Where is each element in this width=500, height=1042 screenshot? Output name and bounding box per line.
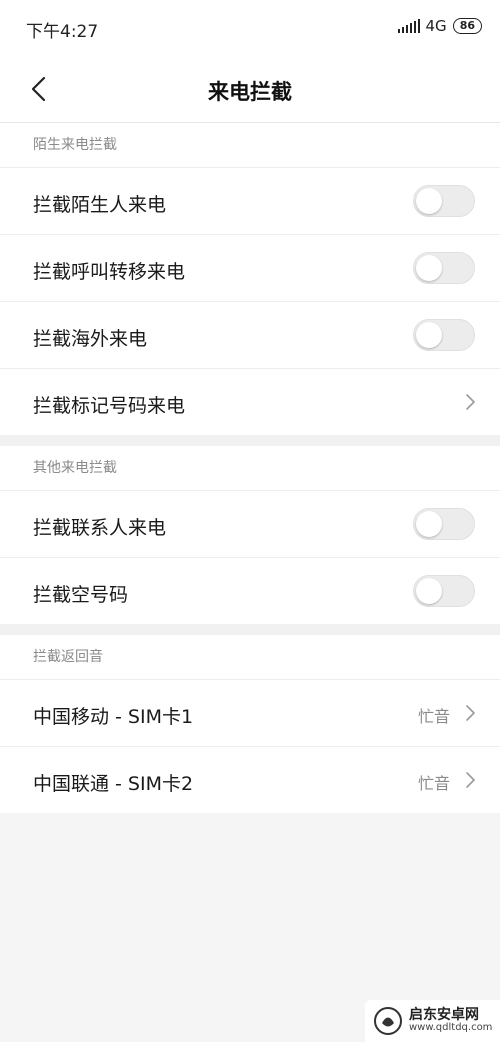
row-sim2-return-tone[interactable]: 中国联通 - SIM卡2 忙音 <box>0 747 500 813</box>
toggle-switch[interactable] <box>413 185 475 217</box>
section-header: 拦截返回音 <box>0 635 500 680</box>
row-block-contact-calls[interactable]: 拦截联系人来电 <box>0 491 500 558</box>
status-right: 4G 86 <box>397 17 482 35</box>
section-divider <box>0 435 500 446</box>
row-label: 拦截联系人来电 <box>33 517 167 539</box>
toggle-switch[interactable] <box>413 252 475 284</box>
section-header: 陌生来电拦截 <box>0 123 500 168</box>
watermark-url: www.qdltdq.com <box>409 1022 493 1034</box>
toggle-knob <box>416 255 442 281</box>
row-label: 拦截海外来电 <box>33 328 148 350</box>
watermark-text: 启东安卓网 www.qdltdq.com <box>409 1008 492 1033</box>
row-block-overseas-calls[interactable]: 拦截海外来电 <box>0 302 500 369</box>
row-block-marked-numbers[interactable]: 拦截标记号码来电 <box>0 369 500 435</box>
toggle-switch[interactable] <box>413 508 475 540</box>
row-value: 忙音 <box>417 707 450 726</box>
chevron-right-icon <box>466 394 475 410</box>
toggle-knob <box>416 511 442 537</box>
battery-icon: 86 <box>452 18 482 34</box>
toggle-knob <box>416 322 442 348</box>
row-label: 中国联通 - SIM卡2 <box>33 773 194 795</box>
row-sim1-return-tone[interactable]: 中国移动 - SIM卡1 忙音 <box>0 680 500 747</box>
status-bar: 下午4:27 4G 86 <box>0 0 500 56</box>
row-block-forwarded-calls[interactable]: 拦截呼叫转移来电 <box>0 235 500 302</box>
section-divider <box>0 624 500 635</box>
signal-icon <box>397 19 420 33</box>
row-block-stranger-calls[interactable]: 拦截陌生人来电 <box>0 168 500 235</box>
toggle-knob <box>416 188 442 214</box>
row-value: 忙音 <box>417 774 450 793</box>
chevron-right-icon <box>466 772 475 788</box>
toggle-switch[interactable] <box>413 319 475 351</box>
section-return-tone: 拦截返回音 中国移动 - SIM卡1 忙音 中国联通 - SIM卡2 忙音 <box>0 635 500 813</box>
nav-bar: 来电拦截 <box>0 56 500 123</box>
row-label: 拦截呼叫转移来电 <box>33 261 186 283</box>
section-other-calls: 其他来电拦截 拦截联系人来电 拦截空号码 <box>0 446 500 624</box>
battery-level: 86 <box>459 19 475 32</box>
row-label: 拦截标记号码来电 <box>33 395 186 417</box>
row-label: 中国移动 - SIM卡1 <box>33 706 194 728</box>
row-block-empty-numbers[interactable]: 拦截空号码 <box>0 558 500 624</box>
row-label: 拦截陌生人来电 <box>33 194 167 216</box>
row-label: 拦截空号码 <box>33 584 129 606</box>
watermark-name: 启东安卓网 <box>409 1007 479 1024</box>
network-type: 4G <box>425 17 447 35</box>
toggle-switch[interactable] <box>413 575 475 607</box>
section-header: 其他来电拦截 <box>0 446 500 491</box>
chevron-right-icon <box>466 705 475 721</box>
page-title: 来电拦截 <box>208 80 292 104</box>
watermark-logo-icon <box>374 1007 402 1035</box>
toggle-knob <box>416 578 442 604</box>
status-time: 下午4:27 <box>26 22 99 42</box>
section-stranger-calls: 陌生来电拦截 拦截陌生人来电 拦截呼叫转移来电 拦截海外来电 拦截标记号码来电 <box>0 123 500 435</box>
watermark: 启东安卓网 www.qdltdq.com <box>365 1000 500 1042</box>
